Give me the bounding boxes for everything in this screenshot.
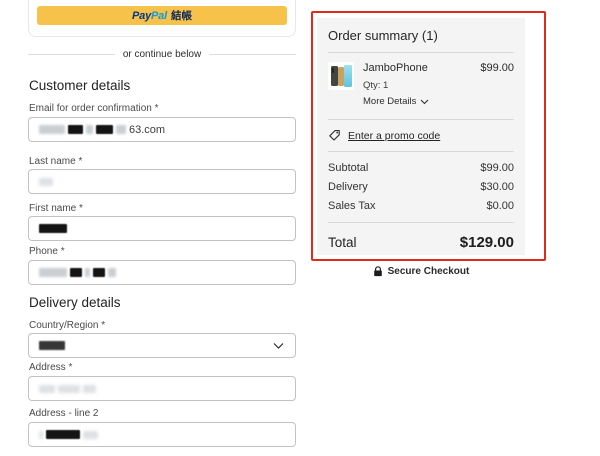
delivery-row: Delivery $30.00 <box>328 178 514 197</box>
total-row: Total $129.00 <box>328 223 514 251</box>
or-continue-divider: or continue below <box>28 49 296 60</box>
redacted-text <box>70 268 82 277</box>
redacted-text <box>39 178 53 186</box>
tag-icon <box>328 129 341 142</box>
address2-label: Address - line 2 <box>29 408 98 419</box>
paypal-button-label: 結帳 <box>171 8 192 23</box>
divider-line <box>28 54 115 55</box>
first-name-label: First name * <box>29 203 83 214</box>
order-summary-panel: Order summary (1) JamboPhone Qty: 1 More… <box>317 18 525 255</box>
phone-field[interactable] <box>28 260 296 285</box>
delivery-value: $30.00 <box>480 181 514 194</box>
address2-field[interactable] <box>28 422 296 447</box>
paypal-checkout-button[interactable]: PayPal 結帳 <box>37 6 287 25</box>
redacted-text <box>96 125 113 134</box>
email-label: Email for order confirmation * <box>29 103 159 114</box>
cart-item: JamboPhone Qty: 1 More Details $99.00 <box>328 53 514 107</box>
divider <box>328 119 514 120</box>
chevron-down-icon <box>273 342 284 350</box>
redacted-text <box>93 268 105 277</box>
cost-breakdown: Subtotal $99.00 Delivery $30.00 Sales Ta… <box>328 152 514 216</box>
subtotal-value: $99.00 <box>480 162 514 175</box>
paypal-logo: PayPal <box>132 10 167 22</box>
redacted-text <box>39 341 65 350</box>
country-label: Country/Region * <box>29 320 105 331</box>
divider-line <box>209 54 296 55</box>
subtotal-label: Subtotal <box>328 162 368 175</box>
redacted-text <box>39 224 67 233</box>
redacted-text <box>46 430 80 439</box>
product-qty: Qty: 1 <box>363 80 429 91</box>
email-visible-value: 63.com <box>129 124 165 136</box>
redacted-text <box>108 268 116 277</box>
lock-icon <box>373 266 383 277</box>
phone-image-cyan <box>344 65 352 87</box>
sales-tax-label: Sales Tax <box>328 200 376 213</box>
country-select[interactable] <box>28 333 296 358</box>
sales-tax-row: Sales Tax $0.00 <box>328 197 514 216</box>
product-name: JamboPhone <box>363 62 429 75</box>
address-label: Address * <box>29 362 72 373</box>
total-label: Total <box>328 235 357 250</box>
redacted-text <box>39 385 55 393</box>
redacted-text <box>68 125 83 134</box>
delivery-details-heading: Delivery details <box>29 295 121 310</box>
last-name-label: Last name * <box>29 156 82 167</box>
email-field[interactable]: 63.com <box>28 117 296 142</box>
divider-text: or continue below <box>123 49 201 60</box>
redacted-text <box>86 125 93 134</box>
redacted-text <box>83 431 98 439</box>
secure-checkout: Secure Checkout <box>317 266 525 277</box>
redacted-text <box>85 268 90 277</box>
redacted-text <box>83 385 96 393</box>
sales-tax-value: $0.00 <box>486 200 514 213</box>
redacted-text <box>39 125 65 134</box>
chevron-down-icon <box>420 99 429 105</box>
product-thumbnail[interactable] <box>328 62 354 90</box>
phone-image-dark <box>331 66 338 86</box>
redacted-text <box>39 268 67 277</box>
promo-link-label: Enter a promo code <box>348 130 440 142</box>
promo-code-link[interactable]: Enter a promo code <box>328 129 514 142</box>
last-name-field[interactable] <box>28 169 296 194</box>
redacted-text <box>58 385 80 393</box>
subtotal-row: Subtotal $99.00 <box>328 159 514 178</box>
order-summary-title: Order summary (1) <box>328 28 514 43</box>
more-details-toggle[interactable]: More Details <box>363 96 429 107</box>
delivery-label: Delivery <box>328 181 368 194</box>
secure-checkout-label: Secure Checkout <box>388 266 470 277</box>
more-details-label: More Details <box>363 96 416 107</box>
address-field[interactable] <box>28 376 296 401</box>
redacted-text <box>116 125 126 134</box>
paypal-card: PayPal 結帳 <box>28 0 296 37</box>
phone-label: Phone * <box>29 246 65 257</box>
total-value: $129.00 <box>460 234 514 251</box>
product-price: $99.00 <box>480 62 514 107</box>
customer-details-heading: Customer details <box>29 78 130 93</box>
first-name-field[interactable] <box>28 216 296 241</box>
checkout-page: PayPal 結帳 or continue below Customer det… <box>0 0 600 456</box>
redacted-text <box>39 431 43 439</box>
